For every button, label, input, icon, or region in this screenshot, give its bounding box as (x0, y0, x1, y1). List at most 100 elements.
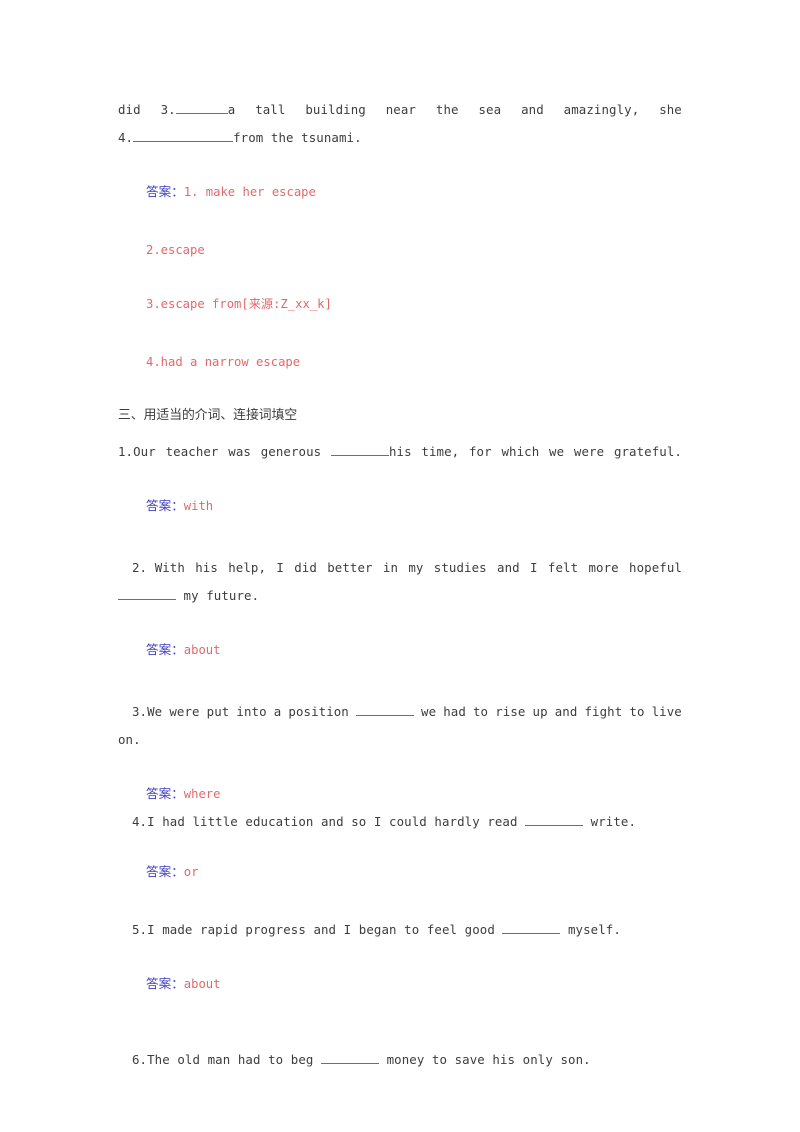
answer-line: 2.escape (146, 243, 205, 257)
question-5: 5.I made rapid progress and I began to f… (118, 916, 682, 944)
q-seg: generous (260, 444, 322, 459)
fill-in-blank[interactable] (525, 814, 584, 826)
q-seg: help, (228, 560, 267, 575)
question-4-text: 4.I had little education and so I could … (132, 814, 637, 829)
q-seg: into (236, 704, 267, 719)
answer-label: 答案： (146, 498, 184, 513)
answer-1: 答案：with (118, 496, 682, 516)
q-seg: more (588, 560, 619, 575)
q-seg: teacher (165, 444, 219, 459)
section-heading: 三、用适当的介词、连接词填空 (118, 408, 298, 423)
passage-word: building (305, 102, 366, 117)
question-2-line-1: 2. With his help, I did better in my stu… (118, 554, 682, 582)
answer-label: 答案： (146, 976, 184, 991)
answer-value: 1. make her escape (183, 185, 316, 199)
answer-value: with (183, 499, 214, 513)
answer-value: about (183, 643, 221, 657)
passage-word: sea (478, 102, 502, 117)
q-seg: position (288, 704, 349, 719)
answer-label: 答案： (146, 184, 184, 199)
q-seg: up (532, 704, 548, 719)
question-3-line-2: on. (118, 732, 141, 747)
answer-line: 3.escape from[来源:Z_xx_k] (146, 297, 332, 311)
worksheet-page: did 3. a tall building near the sea and a… (0, 0, 800, 1132)
answer-label: 答案： (146, 786, 184, 801)
top-passage-line-1: did 3. a tall building near the sea and a… (118, 96, 682, 124)
q-seg: and (554, 704, 578, 719)
question-1-text: 1.Our teacher was generous his time, for… (118, 438, 682, 466)
q-seg: in (382, 560, 399, 575)
passage-word: near (385, 102, 416, 117)
q-seg: a (273, 704, 282, 719)
q-seg: I (530, 560, 538, 575)
q-seg: I (276, 560, 284, 575)
q-seg: fight (584, 704, 623, 719)
q-seg: was (228, 444, 251, 459)
q-seg: better (327, 560, 373, 575)
answer-label: 答案： (146, 864, 184, 879)
question-6-text: 6.The old man had to beg money to save h… (132, 1052, 591, 1067)
answer-2: 答案：about (118, 640, 682, 660)
passage-blank-3: 3. a (160, 102, 236, 117)
fill-in-blank[interactable] (321, 1052, 380, 1064)
q-seg: 1.Our (118, 444, 156, 459)
q-seg: and (497, 560, 520, 575)
q-seg: time, (421, 444, 460, 459)
answer-line: 答案：1. make her escape (146, 182, 682, 202)
question-3: 3.We were put into a position we had to … (118, 698, 682, 754)
passage-word: tall (255, 102, 286, 117)
answer-3: 答案：where (118, 784, 682, 804)
q-seg: his (195, 560, 218, 575)
q-seg: put (206, 704, 230, 719)
q-seg: we (421, 704, 437, 719)
q-seg: studies (433, 560, 487, 575)
question-3-line-1: 3.We were put into a position we had to … (118, 698, 682, 726)
answer-line: 4.had a narrow escape (146, 355, 301, 369)
passage-word: the (435, 102, 459, 117)
passage-word: and (521, 102, 544, 117)
q-seg: 3.We (132, 704, 163, 719)
q-seg: were (573, 444, 605, 459)
q-seg: to (629, 704, 645, 719)
question-2: 2. With his help, I did better in my stu… (118, 554, 682, 610)
q-seg: his (330, 438, 412, 466)
q-seg: were (169, 704, 200, 719)
q-seg: my (408, 560, 424, 575)
top-passage: did 3. a tall building near the sea and a… (118, 96, 682, 152)
q-seg: we (549, 444, 565, 459)
q-seg: for (469, 444, 492, 459)
q-seg: 2. With (132, 560, 185, 575)
q-seg: to (473, 704, 489, 719)
passage-word: she (659, 102, 682, 117)
answer-5: 答案：about (118, 974, 682, 994)
q-seg: live (651, 704, 682, 719)
q-seg: did (294, 560, 317, 575)
q-seg: had (443, 704, 466, 719)
passage-word: did (118, 102, 141, 117)
answer-value: about (183, 977, 221, 991)
top-answer-group: 答案：1. make her escape 2.escape 3.escape … (118, 182, 682, 372)
question-1: 1.Our teacher was generous his time, for… (118, 438, 682, 466)
fill-in-blank[interactable] (118, 588, 176, 600)
answer-label: 答案： (146, 642, 184, 657)
question-2-line-2: my future. (118, 582, 682, 610)
fill-in-blank[interactable] (502, 922, 561, 934)
q-seg: grateful. (613, 444, 682, 459)
q-seg (355, 698, 414, 726)
q-seg: rise (495, 704, 526, 719)
fill-in-blank[interactable] (175, 102, 228, 114)
document-content: did 3. a tall building near the sea and a… (118, 96, 682, 1074)
fill-in-blank[interactable] (133, 130, 234, 142)
q-seg: which (501, 444, 540, 459)
fill-in-blank[interactable] (355, 704, 414, 716)
answer-value: where (183, 787, 221, 801)
top-passage-line-2: 4. from the tsunami. (118, 130, 362, 145)
answer-4: 答案：or (118, 862, 682, 882)
q-seg: hopeful (629, 560, 682, 575)
passage-word: amazingly, (563, 102, 640, 117)
question-5-text: 5.I made rapid progress and I began to f… (132, 922, 621, 937)
question-6: 6.The old man had to beg money to save h… (118, 1046, 682, 1074)
answer-value: or (183, 865, 199, 879)
q-seg: felt (547, 560, 579, 575)
fill-in-blank[interactable] (330, 444, 389, 456)
